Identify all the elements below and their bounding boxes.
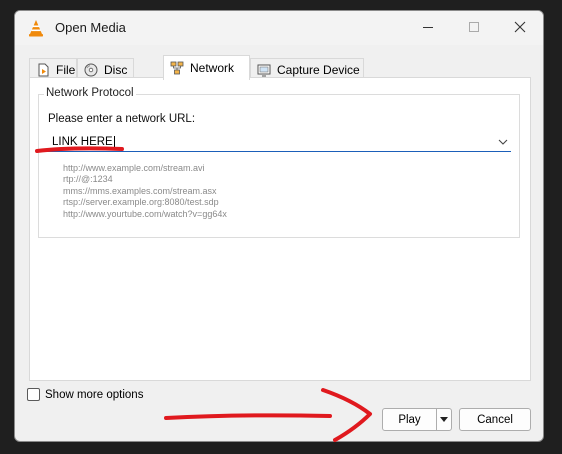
close-button[interactable]	[497, 11, 543, 43]
disc-icon	[84, 63, 98, 76]
url-example: rtp://@:1234	[63, 174, 113, 185]
vlc-cone-icon	[29, 20, 43, 37]
minimize-button[interactable]	[405, 11, 451, 43]
window-title: Open Media	[55, 20, 126, 35]
cancel-button[interactable]: Cancel	[459, 408, 531, 431]
url-example: rtsp://server.example.org:8080/test.sdp	[63, 197, 219, 208]
url-example: mms://mms.examples.com/stream.asx	[63, 185, 217, 196]
maximize-icon	[469, 22, 479, 32]
capture-device-icon	[257, 64, 271, 76]
title-bar[interactable]: Open Media	[15, 11, 543, 45]
network-url-value: LINK HERE	[52, 136, 113, 149]
tab-capture-device-label: Capture Device	[277, 62, 360, 77]
show-more-options-label: Show more options	[45, 388, 144, 401]
tab-network-label: Network	[190, 61, 235, 75]
chevron-down-icon[interactable]	[498, 137, 508, 147]
play-button[interactable]: Play	[382, 408, 437, 431]
tab-network[interactable]: Network	[163, 55, 250, 80]
url-examples: http://www.example.com/stream.avi rtp://…	[63, 163, 227, 220]
play-dropdown-button[interactable]	[436, 408, 452, 431]
minimize-icon	[423, 26, 433, 28]
tab-file-label: File	[56, 62, 76, 77]
network-icon	[170, 61, 184, 75]
url-example: http://www.example.com/stream.avi	[63, 163, 205, 173]
network-protocol-group: Network Protocol Please enter a network …	[38, 87, 520, 238]
triangle-down-icon	[440, 417, 448, 422]
tab-disc-label: Disc	[104, 62, 128, 77]
url-example: http://www.yourtube.com/watch?v=gg64x	[63, 208, 227, 219]
maximize-button[interactable]	[451, 11, 497, 43]
network-url-input[interactable]: LINK HERE	[47, 134, 511, 152]
file-icon	[38, 63, 49, 76]
url-label: Please enter a network URL:	[48, 113, 196, 125]
play-button-group: Play	[382, 408, 452, 431]
open-media-dialog: Open Media File Disc Network Capture Dev…	[14, 10, 544, 442]
network-protocol-title: Network Protocol	[44, 87, 136, 99]
network-tab-panel: Network Protocol Please enter a network …	[29, 77, 531, 381]
text-caret	[113, 136, 115, 148]
close-icon	[514, 21, 526, 33]
show-more-options-checkbox[interactable]	[27, 388, 40, 401]
show-more-options[interactable]: Show more options	[27, 388, 143, 401]
